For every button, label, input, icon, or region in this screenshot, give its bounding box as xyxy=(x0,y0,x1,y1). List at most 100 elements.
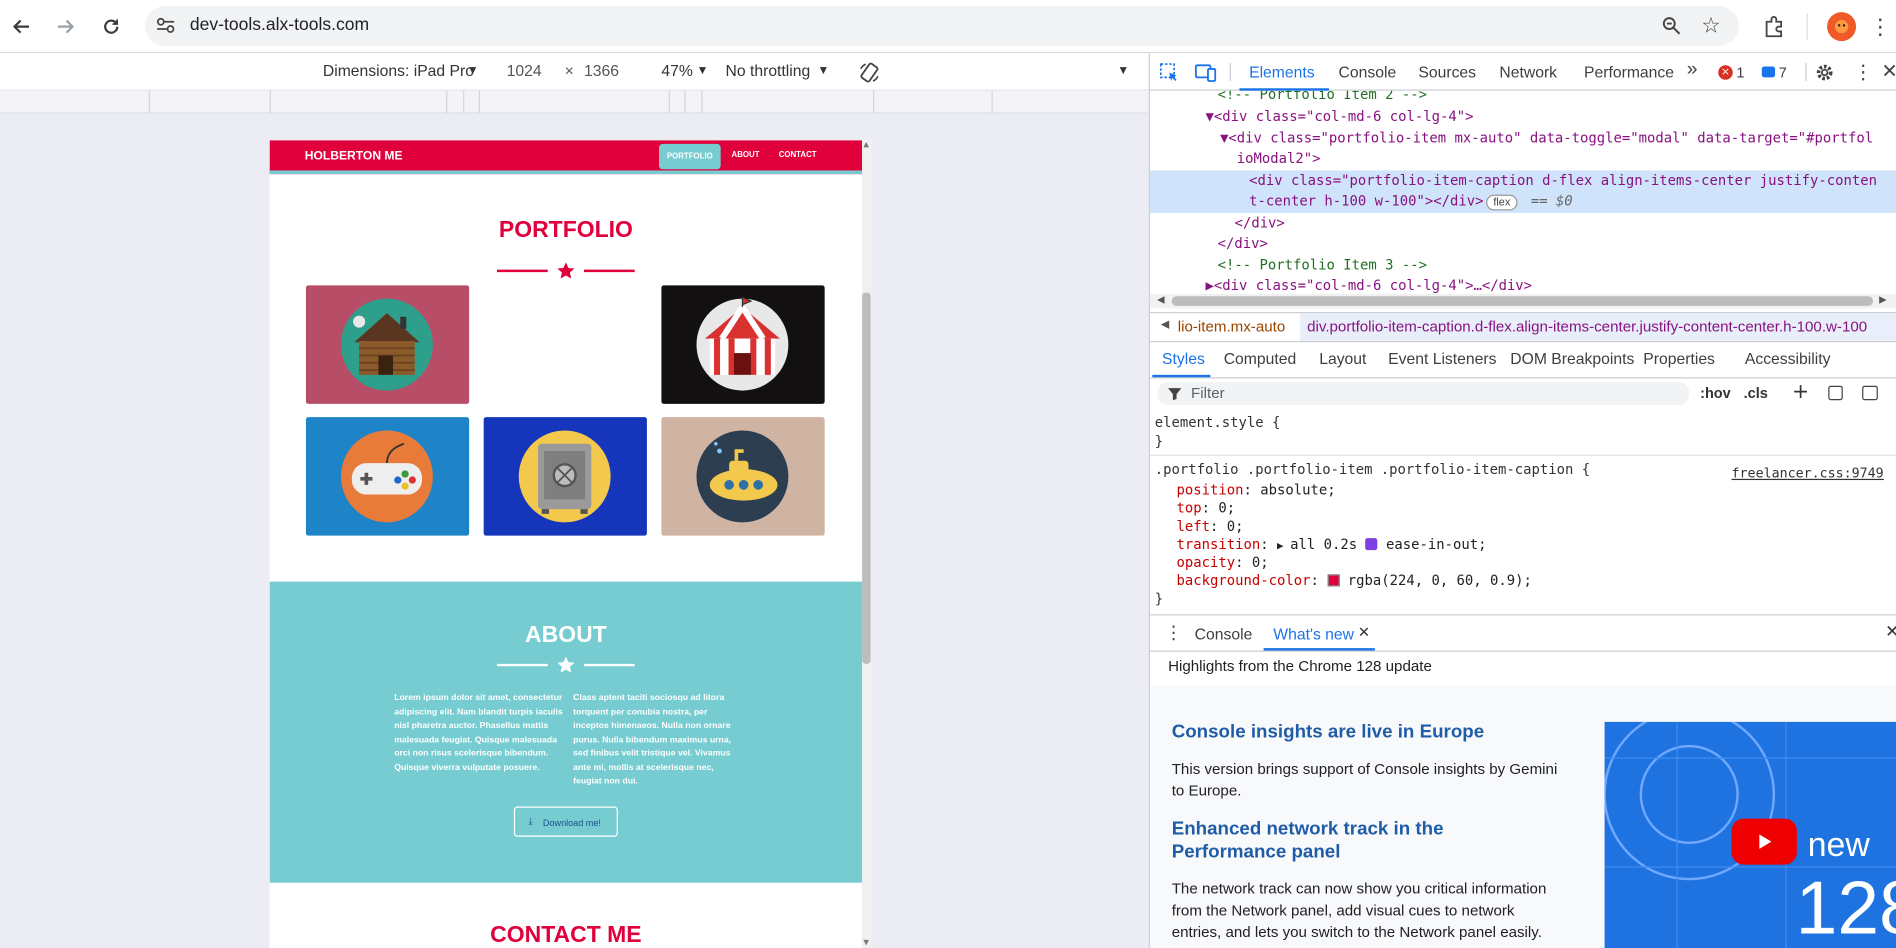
css-value[interactable]: 0; xyxy=(1252,554,1269,571)
tab-network[interactable]: Network xyxy=(1499,63,1557,81)
close-drawer-icon[interactable]: ✕ xyxy=(1885,623,1896,642)
forward-button[interactable] xyxy=(48,10,82,44)
css-property[interactable]: position xyxy=(1177,481,1244,498)
reload-button[interactable] xyxy=(94,10,128,44)
rule-source-link[interactable]: freelancer.css:9749 xyxy=(1732,463,1884,484)
styles-filter-input[interactable]: Filter xyxy=(1157,382,1690,406)
zoom-icon[interactable] xyxy=(1657,11,1686,40)
css-property[interactable]: left xyxy=(1177,518,1210,535)
cls-toggle[interactable]: .cls xyxy=(1744,385,1768,402)
dom-horizontal-scrollbar[interactable]: ◀ ▶ xyxy=(1149,293,1896,309)
subtab-event-listeners[interactable]: Event Listeners xyxy=(1388,349,1496,367)
css-value[interactable]: absolute; xyxy=(1260,481,1335,498)
tab-performance[interactable]: Performance xyxy=(1584,63,1674,81)
paint-brush-icon[interactable] xyxy=(1828,385,1843,401)
extensions-icon[interactable] xyxy=(1758,11,1789,42)
device-toggle-icon[interactable] xyxy=(1192,60,1219,84)
element-style-rule[interactable]: element.style { xyxy=(1155,412,1281,433)
drawer-menu-icon[interactable]: ⋮ xyxy=(1164,622,1182,644)
error-icon[interactable]: × xyxy=(1718,65,1733,80)
subtab-accessibility[interactable]: Accessibility xyxy=(1745,349,1831,367)
rotate-icon[interactable] xyxy=(856,59,883,86)
dom-line[interactable]: ▶<div class="col-md-6 col-lg-4">…</div> xyxy=(1206,276,1533,294)
new-rule-icon[interactable]: + xyxy=(1792,380,1809,404)
css-property[interactable]: background-color xyxy=(1177,572,1311,589)
dom-line[interactable]: <!-- Portfolio Item 3 --> xyxy=(1218,255,1427,276)
nav-about[interactable]: ABOUT xyxy=(732,151,760,159)
site-brand[interactable]: HOLBERTON ME xyxy=(305,150,403,163)
address-bar[interactable]: dev-tools.alx-tools.com ☆ xyxy=(145,6,1739,46)
dom-line-selected[interactable]: <div class="portfolio-item-caption d-fle… xyxy=(1249,170,1877,191)
zoom-select[interactable]: 47% xyxy=(661,62,692,80)
scroll-right-arrow-icon[interactable]: ▶ xyxy=(1879,294,1886,305)
device-options-icon[interactable]: ▼ xyxy=(1117,64,1129,77)
dom-line[interactable]: <!-- Portfolio Item 2 --> xyxy=(1218,91,1427,106)
dom-scroll-thumb[interactable] xyxy=(1171,296,1874,306)
bookmark-star-icon[interactable]: ☆ xyxy=(1696,11,1725,40)
portfolio-item-circus-tent[interactable] xyxy=(661,285,825,404)
breadcrumb-left-arrow-icon[interactable]: ◀ xyxy=(1161,319,1169,331)
dom-line[interactable]: ioModal2"> xyxy=(1220,149,1321,170)
close-devtools-icon[interactable]: ✕ xyxy=(1881,59,1896,82)
breadcrumb-item-active[interactable]: div.portfolio-item-caption.d-flex.align-… xyxy=(1307,318,1893,335)
whats-new-title[interactable]: Console insights are live in Europe xyxy=(1172,721,1559,744)
css-value[interactable]: 0; xyxy=(1218,499,1235,516)
toggle-sidebar-icon[interactable] xyxy=(1862,385,1878,401)
media-query-ruler[interactable] xyxy=(0,90,1149,114)
dimensions-select[interactable]: Dimensions: iPad Pro xyxy=(323,62,474,80)
whats-new-video-thumbnail[interactable]: new 128 xyxy=(1604,721,1896,948)
site-info-icon[interactable] xyxy=(150,10,181,41)
scroll-left-arrow-icon[interactable]: ◀ xyxy=(1157,294,1164,305)
width-input[interactable]: 1024 xyxy=(507,62,542,80)
scroll-up-arrow-icon[interactable]: ▲ xyxy=(863,140,869,148)
hov-toggle[interactable]: :hov xyxy=(1700,385,1731,402)
portfolio-item-game-controller[interactable] xyxy=(305,417,470,536)
tab-sources[interactable]: Sources xyxy=(1418,63,1476,81)
throttling-dropdown-icon[interactable]: ▼ xyxy=(817,64,829,77)
settings-gear-icon[interactable] xyxy=(1813,60,1837,84)
zoom-dropdown-icon[interactable]: ▼ xyxy=(696,64,708,77)
flex-badge[interactable]: flex xyxy=(1486,194,1518,211)
url-text[interactable]: dev-tools.alx-tools.com xyxy=(190,16,369,35)
browser-menu-icon[interactable]: ⋮ xyxy=(1868,11,1892,42)
rule-selector[interactable]: .portfolio .portfolio-item .portfolio-it… xyxy=(1155,459,1590,480)
portfolio-item-submarine[interactable] xyxy=(661,417,825,536)
subtab-dom-breakpoints[interactable]: DOM Breakpoints xyxy=(1510,349,1634,367)
drawer-tab-console[interactable]: Console xyxy=(1195,625,1253,643)
dom-line[interactable]: ▼<div class="col-md-6 col-lg-4"> xyxy=(1206,106,1474,127)
css-value[interactable]: 0; xyxy=(1227,518,1244,535)
css-property[interactable]: top xyxy=(1177,499,1202,516)
css-value[interactable]: rgba(224, 0, 60, 0.9); xyxy=(1348,572,1532,589)
page-scrollbar-thumb[interactable] xyxy=(862,292,871,664)
inspect-element-icon[interactable] xyxy=(1157,60,1181,84)
nav-contact[interactable]: CONTACT xyxy=(779,151,817,159)
more-tabs-icon[interactable]: » xyxy=(1687,59,1698,81)
breadcrumb-item[interactable]: lio-item.mx-auto xyxy=(1178,318,1286,335)
color-swatch-icon[interactable] xyxy=(1327,574,1340,587)
subtab-styles[interactable]: Styles xyxy=(1162,349,1205,367)
error-count[interactable]: 1 xyxy=(1736,64,1744,81)
dom-line-selected[interactable]: t-center h-100 w-100"></div> xyxy=(1249,191,1483,212)
back-button[interactable] xyxy=(5,10,39,44)
drawer-tab-whats-new[interactable]: What's new xyxy=(1273,625,1354,643)
whats-new-title[interactable]: Enhanced network track in the Performanc… xyxy=(1172,817,1559,863)
css-value[interactable]: all 0.2s xyxy=(1290,536,1357,553)
portfolio-item-safe[interactable] xyxy=(483,417,647,536)
tab-elements[interactable]: Elements xyxy=(1249,63,1315,81)
dimensions-dropdown-icon[interactable]: ▼ xyxy=(467,64,479,77)
devtools-menu-icon[interactable]: ⋮ xyxy=(1854,60,1873,83)
css-value-extra[interactable]: ease-in-out; xyxy=(1386,536,1486,553)
subtab-computed[interactable]: Computed xyxy=(1224,349,1297,367)
dom-line[interactable]: </div> xyxy=(1218,233,1268,254)
expand-triangle-icon[interactable]: ▶ xyxy=(1277,541,1290,553)
css-property[interactable]: opacity xyxy=(1177,554,1236,571)
download-button[interactable]: ⤓ Download me! xyxy=(513,806,618,837)
close-whats-new-icon[interactable]: ✕ xyxy=(1358,624,1370,641)
portfolio-item-cabin[interactable] xyxy=(305,285,470,404)
throttling-select[interactable]: No throttling xyxy=(726,62,811,80)
message-count[interactable]: 7 xyxy=(1779,64,1787,81)
tab-console[interactable]: Console xyxy=(1339,63,1397,81)
youtube-play-icon[interactable] xyxy=(1731,818,1797,865)
profile-avatar[interactable] xyxy=(1827,12,1857,42)
subtab-properties[interactable]: Properties xyxy=(1643,349,1715,367)
